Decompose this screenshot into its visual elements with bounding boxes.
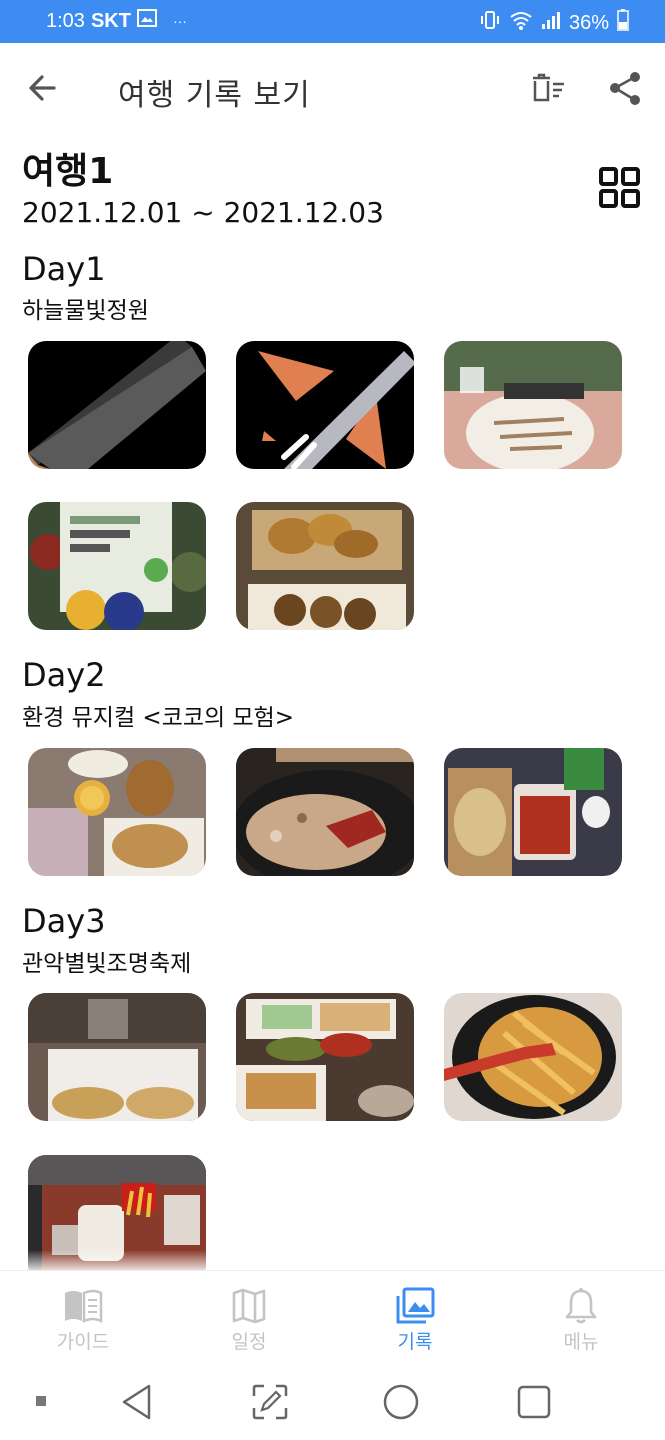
grid-icon xyxy=(599,167,640,208)
day-title: Day1 xyxy=(22,250,106,288)
nav-label-schedule: 일정 xyxy=(231,1331,267,1353)
pencil-photo xyxy=(28,341,206,469)
pork-cutlet-table-photo xyxy=(236,993,414,1121)
page-title: 여행 기록 보기 xyxy=(118,78,311,113)
arrow-left-icon xyxy=(29,75,56,101)
gallery-notification-icon xyxy=(136,9,157,33)
status-bar: 1:03 SKT ··· 36% xyxy=(0,0,665,43)
screen-edit-icon xyxy=(252,1384,288,1420)
fried-chicken-box-photo xyxy=(236,502,414,630)
delete-button[interactable] xyxy=(528,69,568,109)
photo-thumbnail[interactable] xyxy=(28,993,206,1121)
day-title: Day2 xyxy=(22,656,106,694)
wifi-icon xyxy=(509,10,533,36)
fried-rice-pan-photo xyxy=(236,748,414,876)
sys-recents-button[interactable] xyxy=(514,1382,554,1422)
photo-thumbnail[interactable] xyxy=(444,993,622,1121)
place-name: 환경 뮤지컬 <코코의 모험> xyxy=(22,705,295,731)
chicken-breast-package-photo xyxy=(444,341,622,469)
photo-thumbnail[interactable] xyxy=(444,748,622,876)
signal-icon xyxy=(541,10,561,36)
battery-icon xyxy=(617,9,629,37)
scroll-fade xyxy=(0,1250,665,1272)
nav-item-guide[interactable]: 가이드 xyxy=(0,1271,166,1367)
square-recents-icon xyxy=(517,1385,551,1419)
nav-label-records: 기록 xyxy=(397,1331,433,1353)
bell-icon xyxy=(561,1287,601,1325)
photo-thumbnail[interactable] xyxy=(236,993,414,1121)
trip-title: 여행1 xyxy=(22,151,114,192)
nav-label-menu: 메뉴 xyxy=(563,1331,599,1353)
photo-thumbnail[interactable] xyxy=(444,341,622,469)
photo-thumbnail[interactable] xyxy=(236,341,414,469)
status-more: ··· xyxy=(172,13,187,29)
grid-view-button[interactable] xyxy=(598,166,642,210)
bottom-navigation: 가이드 일정 기록 메뉴 xyxy=(0,1270,665,1367)
system-navigation-bar xyxy=(0,1366,665,1440)
gallery-icon xyxy=(395,1287,435,1325)
chicken-takeout-photo xyxy=(444,748,622,876)
app-bar: 여행 기록 보기 xyxy=(0,43,665,135)
circle-home-icon xyxy=(383,1384,419,1420)
sys-back-button[interactable] xyxy=(118,1382,158,1422)
nav-item-schedule[interactable]: 일정 xyxy=(166,1271,332,1367)
photo-thumbnail[interactable] xyxy=(28,502,206,630)
back-button[interactable] xyxy=(24,68,64,108)
photo-thumbnail[interactable] xyxy=(236,748,414,876)
status-time: 1:03 xyxy=(46,9,85,32)
photo-thumbnail[interactable] xyxy=(28,341,206,469)
chicken-table-photo xyxy=(28,993,206,1121)
pen-photo xyxy=(236,341,414,469)
map-icon xyxy=(229,1287,269,1325)
status-carrier: SKT xyxy=(90,9,131,32)
photo-thumbnail[interactable] xyxy=(236,502,414,630)
trip-dates: 2021.12.01 ~ 2021.12.03 xyxy=(22,196,384,229)
sys-edit-button[interactable] xyxy=(250,1382,290,1422)
sys-menu-button[interactable] xyxy=(24,1382,64,1422)
triangle-back-icon xyxy=(122,1384,151,1420)
battery-percent: 36% xyxy=(568,11,609,34)
snack-table-photo xyxy=(28,748,206,876)
square-dot-icon xyxy=(36,1396,46,1406)
tteokbokki-pan-photo xyxy=(444,993,622,1121)
photo-thumbnail[interactable] xyxy=(28,748,206,876)
nav-label-guide: 가이드 xyxy=(56,1331,110,1353)
sys-home-button[interactable] xyxy=(381,1382,421,1422)
place-name: 하늘물빛정원 xyxy=(22,298,149,324)
nav-item-menu[interactable]: 메뉴 xyxy=(498,1271,664,1367)
nav-item-records[interactable]: 기록 xyxy=(332,1271,498,1367)
delete-list-icon xyxy=(533,73,564,102)
share-icon xyxy=(610,72,640,105)
place-name: 관악별빛조명축제 xyxy=(22,951,192,977)
share-button[interactable] xyxy=(606,69,646,109)
book-icon xyxy=(63,1287,103,1325)
salad-package-photo xyxy=(28,502,206,630)
vibrate-icon xyxy=(479,9,501,37)
day-title: Day3 xyxy=(22,902,106,940)
